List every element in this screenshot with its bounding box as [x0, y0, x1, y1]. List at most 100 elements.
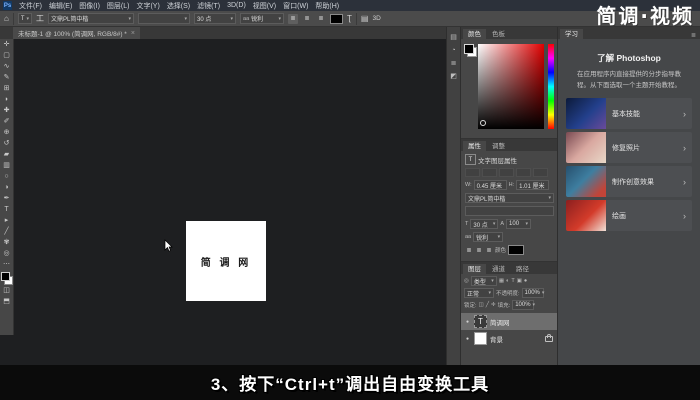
- marquee-tool[interactable]: ▢: [0, 50, 13, 61]
- lock-pixels-icon[interactable]: ◫: [479, 302, 484, 308]
- 3d-button[interactable]: 3D: [372, 14, 380, 24]
- clone-stamp-tool[interactable]: ⊕: [0, 127, 13, 138]
- menu-item-filter[interactable]: 滤镜(T): [197, 1, 220, 11]
- learn-card-painting[interactable]: 绘画 ›: [566, 200, 692, 231]
- eye-icon[interactable]: ●: [464, 319, 471, 325]
- font-family-select[interactable]: 文鼎PL简中楷 ▾: [48, 13, 134, 24]
- filter-pixel-icon[interactable]: ▦: [499, 278, 504, 284]
- align-left-button[interactable]: ≣: [465, 246, 473, 254]
- font-style-select[interactable]: [465, 206, 554, 216]
- background-layer-thumbnail[interactable]: [474, 332, 487, 345]
- panel-menu-icon[interactable]: ≣: [691, 32, 696, 39]
- menu-item-window[interactable]: 窗口(W): [283, 1, 308, 11]
- color-saturation-brightness-field[interactable]: [478, 44, 544, 129]
- warp-text-icon[interactable]: Ʈ: [347, 14, 352, 24]
- fill-select[interactable]: 100% ▾: [512, 300, 534, 310]
- history-brush-tool[interactable]: ↺: [0, 138, 13, 149]
- dodge-tool[interactable]: ◑: [0, 182, 13, 193]
- transform-control[interactable]: [499, 168, 514, 177]
- align-center-button[interactable]: ≣: [475, 246, 483, 254]
- move-tool[interactable]: ✛: [0, 39, 13, 50]
- lock-move-icon[interactable]: ✛: [491, 302, 496, 308]
- filter-adjustment-icon[interactable]: ◐: [506, 278, 509, 284]
- hand-tool[interactable]: ✾: [0, 237, 13, 248]
- screen-mode-icon[interactable]: ⬒: [0, 296, 13, 307]
- edit-toolbar-icon[interactable]: ⋯: [0, 259, 13, 270]
- blur-tool[interactable]: ○: [0, 171, 13, 182]
- lock-paint-icon[interactable]: ╱: [486, 302, 489, 308]
- zoom-tool[interactable]: ◎: [0, 248, 13, 259]
- color-picker-marker[interactable]: [480, 120, 486, 126]
- leading-select[interactable]: 100 ▾: [506, 219, 531, 229]
- layer-row-background[interactable]: ● 背景: [461, 330, 558, 347]
- layer-name[interactable]: 简调网: [490, 317, 555, 327]
- align-left-button[interactable]: ≣: [288, 14, 298, 24]
- menu-item-3d[interactable]: 3D(D): [227, 2, 246, 9]
- tab-learn[interactable]: 学习: [560, 29, 583, 39]
- menu-item-select[interactable]: 选择(S): [167, 1, 190, 11]
- menu-item-edit[interactable]: 编辑(E): [49, 1, 72, 11]
- menu-item-type[interactable]: 文字(Y): [136, 1, 159, 11]
- transform-control[interactable]: [465, 168, 480, 177]
- info-panel-icon[interactable]: ≣: [451, 57, 457, 70]
- blend-mode-select[interactable]: 正常 ▾: [464, 288, 494, 298]
- gradient-tool[interactable]: ▥: [0, 160, 13, 171]
- text-color-swatch[interactable]: [330, 14, 343, 24]
- home-icon[interactable]: ⌂: [4, 14, 9, 24]
- lasso-tool[interactable]: ∿: [0, 61, 13, 72]
- tool-preset-dropdown[interactable]: T ▾: [18, 13, 32, 24]
- tab-paths[interactable]: 路径: [511, 264, 534, 274]
- quick-selection-tool[interactable]: ✎: [0, 72, 13, 83]
- text-orientation-icon[interactable]: 工: [36, 14, 44, 24]
- layer-name[interactable]: 背景: [490, 334, 542, 344]
- anti-alias-select[interactable]: aa 锐利 ▾: [240, 13, 284, 24]
- history-panel-icon[interactable]: ▤: [450, 31, 457, 44]
- align-right-button[interactable]: ≣: [316, 14, 326, 24]
- filter-smart-icon[interactable]: ●: [524, 278, 527, 284]
- tab-properties[interactable]: 属性: [463, 141, 486, 151]
- menu-item-view[interactable]: 视图(V): [253, 1, 276, 11]
- libraries-panel-icon[interactable]: ◩: [450, 70, 457, 83]
- align-center-button[interactable]: ≣: [302, 14, 312, 24]
- text-color-swatch[interactable]: [508, 245, 524, 255]
- filter-type-icon[interactable]: T: [511, 278, 514, 284]
- path-selection-tool[interactable]: ▸: [0, 215, 13, 226]
- tab-swatches[interactable]: 色板: [487, 29, 510, 39]
- brush-tool[interactable]: ✐: [0, 116, 13, 127]
- crop-tool[interactable]: ⊞: [0, 83, 13, 94]
- anti-alias-select[interactable]: 锐利 ▾: [473, 232, 503, 242]
- color-panel-fg-bg-swatches[interactable]: [464, 44, 477, 57]
- opacity-select[interactable]: 100% ▾: [522, 288, 544, 298]
- menu-item-image[interactable]: 图像(I): [79, 1, 100, 11]
- hue-slider[interactable]: [548, 44, 554, 129]
- transform-control[interactable]: [482, 168, 497, 177]
- font-family-select[interactable]: 文鼎PL简中楷 ▾: [465, 193, 554, 203]
- tab-color[interactable]: 颜色: [463, 29, 486, 39]
- menu-item-help[interactable]: 帮助(H): [315, 1, 339, 11]
- foreground-color-swatch[interactable]: [1, 272, 10, 281]
- document-tab[interactable]: 未标题-1 @ 100% (简调网, RGB/8#) * ×: [13, 27, 140, 39]
- align-right-button[interactable]: ≣: [485, 246, 493, 254]
- canvas-area[interactable]: 简 调 网: [0, 39, 446, 365]
- type-layer-thumbnail[interactable]: T: [474, 315, 487, 328]
- eyedropper-tool[interactable]: ◗: [0, 94, 13, 105]
- menu-item-file[interactable]: 文件(F): [19, 1, 42, 11]
- document-canvas[interactable]: 简 调 网: [186, 221, 266, 301]
- tab-layers[interactable]: 图层: [463, 264, 486, 274]
- pen-tool[interactable]: ✒: [0, 193, 13, 204]
- filter-type-select[interactable]: 类型 ▾: [471, 276, 497, 286]
- spot-healing-tool[interactable]: ✚: [0, 105, 13, 116]
- eye-icon[interactable]: ●: [464, 336, 471, 342]
- navigator-panel-icon[interactable]: ◔: [451, 44, 455, 57]
- filter-shape-icon[interactable]: ▣: [517, 278, 522, 284]
- foreground-color-swatch[interactable]: [464, 44, 474, 54]
- font-size-select[interactable]: 30 点 ▾: [470, 219, 498, 229]
- font-style-select[interactable]: ▾: [138, 13, 190, 24]
- shape-tool[interactable]: ╱: [0, 226, 13, 237]
- height-field[interactable]: 1.01 厘米: [516, 180, 549, 190]
- type-tool[interactable]: T: [0, 204, 13, 215]
- font-size-select[interactable]: 30 点 ▾: [194, 13, 236, 24]
- learn-card-basics[interactable]: 基本技能 ›: [566, 98, 692, 129]
- width-field[interactable]: 0.45 厘米: [474, 180, 507, 190]
- foreground-background-swatches[interactable]: [1, 272, 13, 285]
